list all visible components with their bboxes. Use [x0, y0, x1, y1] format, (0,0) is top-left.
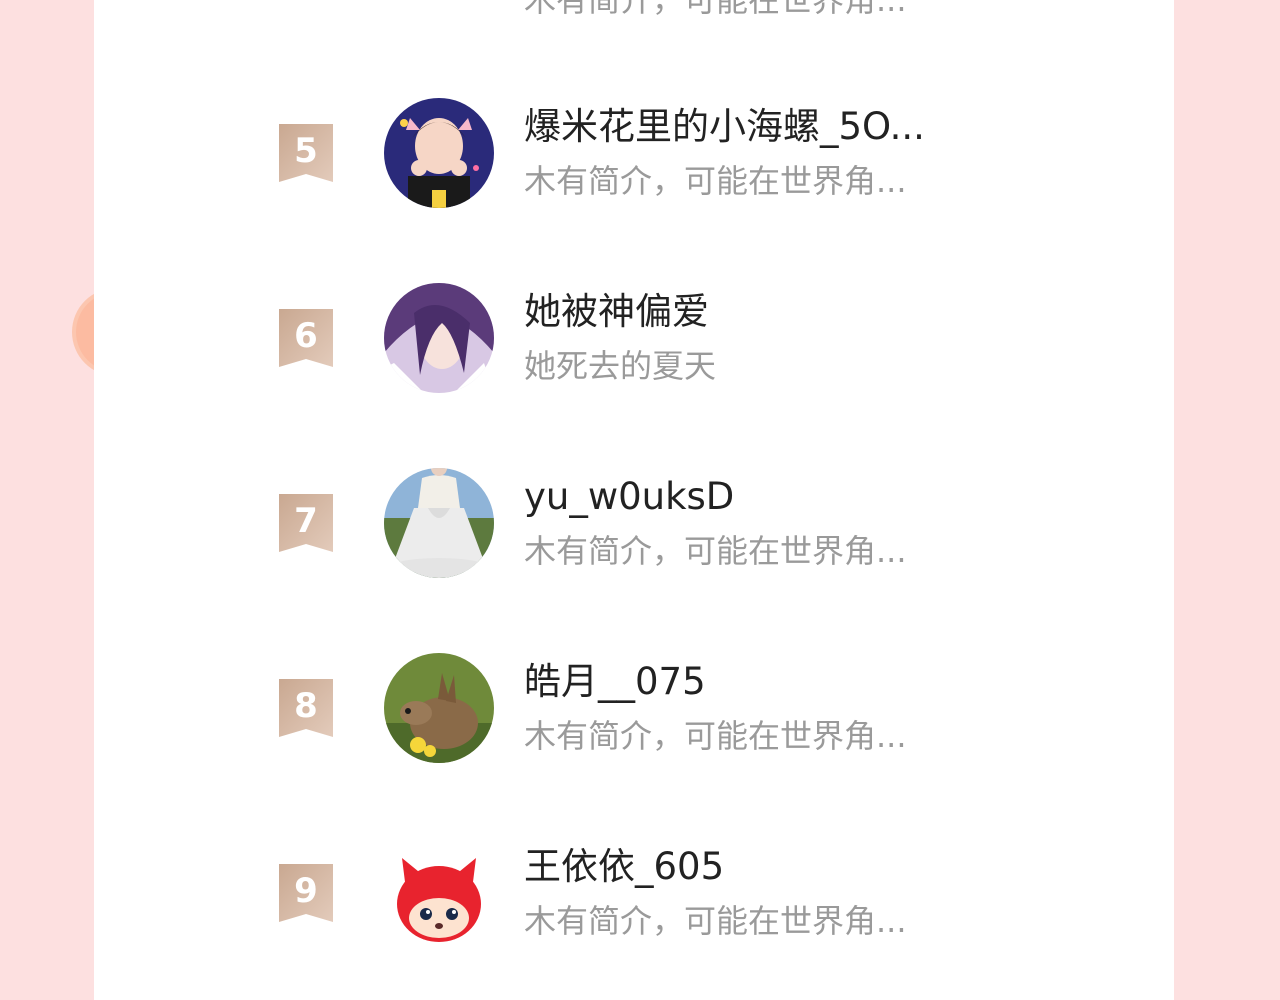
- list-item[interactable]: 5 爆米花里的小海螺_5O... 木有简介，可能在世界角...: [94, 80, 1174, 230]
- rank-badge: 9: [279, 864, 333, 924]
- rank-badge: 8: [279, 679, 333, 739]
- user-bio: 木有简介，可能在世界角...: [524, 532, 907, 570]
- user-bio: 木有简介，可能在世界角...: [524, 902, 907, 940]
- rank-number: 6: [294, 316, 318, 356]
- rank-number: 5: [294, 131, 318, 171]
- rank-number: 9: [294, 871, 318, 911]
- user-name[interactable]: 她被神偏爱: [524, 289, 709, 335]
- ranking-list: 木有简介，可能在世界角... 5 爆米花里的小海螺_5O... 木有简介，可能在…: [94, 0, 1174, 1000]
- rank-badge: 5: [279, 124, 333, 184]
- user-name[interactable]: 王依依_605: [524, 844, 724, 890]
- avatar[interactable]: [384, 653, 494, 763]
- list-item[interactable]: 7 yu_w0uksD 木有简介，可能在世界角...: [94, 450, 1174, 600]
- user-name[interactable]: 爆米花里的小海螺_5O...: [524, 104, 925, 150]
- rank-badge: 6: [279, 309, 333, 369]
- rank-number: 7: [294, 501, 318, 541]
- list-item[interactable]: 木有简介，可能在世界角...: [94, 0, 1174, 75]
- rank-badge: 7: [279, 494, 333, 554]
- user-name[interactable]: yu_w0uksD: [524, 474, 734, 520]
- avatar[interactable]: [384, 283, 494, 393]
- user-bio: 木有简介，可能在世界角...: [524, 0, 907, 19]
- rank-number: 8: [294, 686, 318, 726]
- user-bio: 木有简介，可能在世界角...: [524, 162, 907, 200]
- avatar[interactable]: [384, 98, 494, 208]
- user-bio: 木有简介，可能在世界角...: [524, 717, 907, 755]
- list-item[interactable]: 9 王依依_605 木有简介，可能在世界角...: [94, 820, 1174, 970]
- avatar[interactable]: [384, 838, 494, 948]
- list-item[interactable]: 8 皓月__075 木有简介，可能在世界角...: [94, 635, 1174, 785]
- list-item[interactable]: 6 她被神偏爱 她死去的夏天: [94, 265, 1174, 415]
- avatar[interactable]: [384, 468, 494, 578]
- user-name[interactable]: 皓月__075: [524, 659, 706, 705]
- user-bio: 她死去的夏天: [524, 347, 717, 385]
